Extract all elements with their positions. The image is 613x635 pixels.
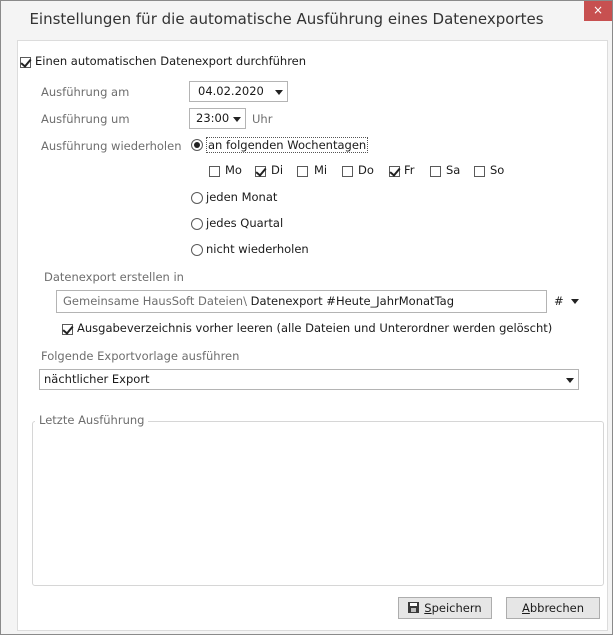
chevron-down-icon (275, 90, 283, 95)
export-path-value: Datenexport #Heute_JahrMonatTag (250, 294, 455, 308)
radio-monthly[interactable] (191, 192, 203, 204)
window-title: Einstellungen für die automatische Ausfü… (29, 10, 544, 28)
radio-monthly-label[interactable]: jeden Monat (206, 190, 277, 204)
radio-no-repeat[interactable] (191, 244, 203, 256)
last-run-group (32, 421, 604, 586)
execution-date-picker[interactable]: 04.02.2020 (189, 81, 288, 102)
export-path-text: Gemeinsame HausSoft Dateien\ Datenexport… (63, 294, 454, 308)
cancel-label: bbrechen (529, 601, 584, 615)
weekday-so-checkbox[interactable] (474, 166, 485, 177)
auto-export-label: Einen automatischen Datenexport durchfüh… (35, 54, 307, 68)
clear-output-checkbox[interactable] (62, 324, 73, 335)
weekday-fr-label: Fr (404, 163, 415, 177)
template-label: Folgende Exportvorlage ausführen (41, 349, 240, 363)
weekday-mo-label: Mo (225, 163, 242, 177)
placeholder-button[interactable]: # (554, 294, 564, 308)
radio-quarterly-label[interactable]: jedes Quartal (206, 216, 283, 230)
radio-weekdays-label[interactable]: an folgenden Wochentagen (206, 137, 369, 153)
execution-date-label: Ausführung am (41, 85, 130, 99)
weekday-mo-checkbox[interactable] (209, 166, 220, 177)
execution-date-value: 04.02.2020 (198, 84, 264, 98)
execution-time-select[interactable]: 23:00 (189, 108, 246, 129)
save-label: peichern (431, 601, 482, 615)
chevron-down-icon (233, 117, 241, 122)
weekday-do-checkbox[interactable] (342, 166, 353, 177)
chevron-down-icon[interactable] (571, 299, 579, 304)
weekday-sa-label: Sa (446, 163, 461, 177)
save-button[interactable]: Speichern (398, 597, 492, 619)
weekday-sa-checkbox[interactable] (430, 166, 441, 177)
export-path-prefix: Gemeinsame HausSoft Dateien\ (63, 294, 247, 308)
chevron-down-icon (566, 378, 574, 383)
radio-weekdays[interactable] (191, 139, 203, 151)
floppy-disk-icon (408, 602, 420, 613)
export-path-input[interactable]: Gemeinsame HausSoft Dateien\ Datenexport… (56, 290, 547, 313)
auto-export-checkbox[interactable] (20, 57, 31, 68)
weekday-mi-checkbox[interactable] (297, 166, 308, 177)
weekday-so-label: So (490, 163, 505, 177)
weekday-di-checkbox[interactable] (255, 166, 266, 177)
save-mnemonic: S (424, 601, 432, 615)
dialog-content: Einen automatischen Datenexport durchfüh… (17, 40, 608, 631)
clear-output-label: Ausgabeverzeichnis vorher leeren (alle D… (77, 321, 553, 335)
template-value: nächtlicher Export (44, 372, 150, 386)
cancel-mnemonic: A (521, 601, 530, 615)
weekday-di-label: Di (271, 163, 284, 177)
repeat-label: Ausführung wiederholen (41, 139, 182, 153)
cancel-button[interactable]: Abbrechen (506, 597, 600, 619)
execution-time-label: Ausführung um (41, 112, 130, 126)
last-run-title: Letzte Ausführung (35, 413, 149, 427)
weekday-do-label: Do (358, 163, 374, 177)
export-location-label: Datenexport erstellen in (44, 270, 184, 284)
title-bar: Einstellungen für die automatische Ausfü… (1, 1, 612, 37)
close-icon[interactable]: × (584, 1, 612, 21)
execution-time-value: 23:00 (196, 111, 230, 125)
execution-time-unit: Uhr (252, 112, 273, 126)
weekday-fr-checkbox[interactable] (389, 166, 400, 177)
radio-no-repeat-label[interactable]: nicht wiederholen (206, 242, 309, 256)
radio-quarterly[interactable] (191, 218, 203, 230)
weekday-mi-label: Mi (314, 163, 328, 177)
template-select[interactable]: nächtlicher Export (39, 369, 579, 390)
